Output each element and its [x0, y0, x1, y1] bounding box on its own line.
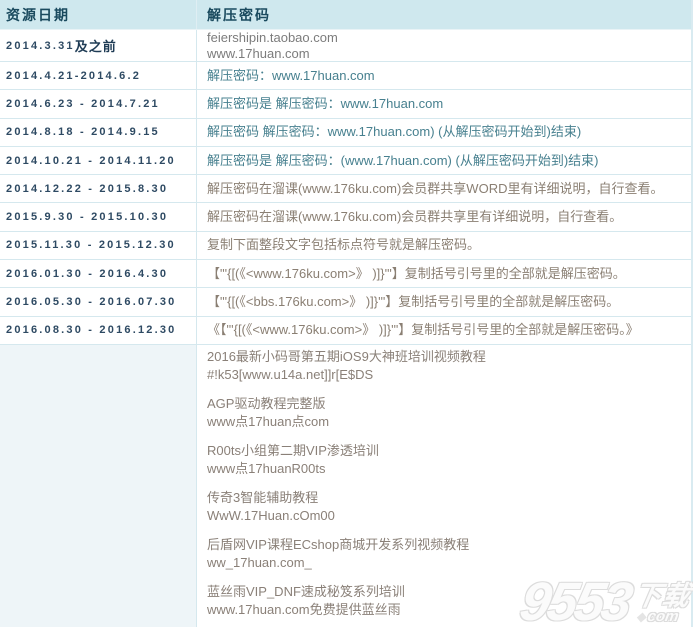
footer-group: 2016最新小码哥第五期iOS9大神班培训视频教程 #!k53[www.u14a… [207, 348, 691, 384]
footer-group: R00ts小组第二期VIP渗透培训 www点17huanR00ts [207, 442, 691, 478]
date-value: 2014.12.22 - 2015.8.30 [6, 182, 169, 195]
date-value: 2014.8.18 - 2014.9.15 [6, 126, 160, 139]
date-cell: 2016.01.30 - 2016.4.30 [0, 260, 196, 287]
date-suffix: 及之前 [74, 39, 117, 54]
date-value: 2014.3.31 [6, 39, 75, 52]
footer-line: 2016最新小码哥第五期iOS9大神班培训视频教程 [207, 349, 486, 365]
footer-group: 后盾网VIP课程ECshop商城开发系列视频教程 ww_17huan.com_ [207, 536, 691, 572]
footer-group: 传奇3智能辅助教程 WwW.17Huan.cOm00 [207, 489, 691, 525]
password-line: 复制下面整段文字包括标点符号就是解压密码。 [207, 237, 481, 253]
footer-line: WwW.17Huan.cOm00 [207, 508, 335, 524]
password-table: 资源日期 解压密码 2014.3.31 及之前 feiershipin.taoba… [0, 0, 693, 627]
table-row: 2014.3.31 及之前 feiershipin.taobao.com www.… [0, 30, 691, 62]
password-line: 【"'{[(《<www.176ku.com>》 )]}'"】复制括号引号里的全部… [207, 265, 626, 281]
date-value: 2014.4.21-2014.6.2 [6, 69, 142, 82]
password-line: 解压密码是 解压密码：www.17huan.com [207, 95, 444, 111]
date-cell: 2014.3.31 及之前 [0, 30, 196, 61]
password-cell: 《【"'{[(《<www.176ku.com>》 )]}'"】复制括号引号里的全… [196, 316, 691, 344]
date-value: 2016.05.30 - 2016.07.30 [6, 296, 177, 309]
password-line: 解压密码在溜课(www.176ku.com)会员群共享WORD里有详细说明，自行… [207, 180, 664, 196]
date-value: 2015.9.30 - 2015.10.30 [6, 211, 169, 224]
table-row: 2014.8.18 - 2014.9.15 解压密码 解压密码：www.17hu… [0, 118, 691, 147]
date-value: 2016.08.30 - 2016.12.30 [6, 324, 177, 337]
password-line: 解压密码 解压密码：www.17huan.com) (从解压密码开始到)结束) [207, 124, 582, 140]
date-value: 2015.11.30 - 2015.12.30 [6, 239, 176, 252]
password-cell: 解压密码是 解压密码：(www.17huan.com) (从解压密码开始到)结束… [196, 146, 691, 175]
footer-line: www.17huan.com免费提供蓝丝雨 [207, 602, 401, 618]
date-value: 2014.10.21 - 2014.11.20 [6, 154, 176, 167]
password-cell: 解压密码在溜课(www.176ku.com)会员群共享里有详细说明，自行查看。 [196, 203, 691, 231]
table-row: 2016.01.30 - 2016.4.30 【"'{[(《<www.176ku… [0, 260, 691, 289]
footer-password-cell: 2016最新小码哥第五期iOS9大神班培训视频教程 #!k53[www.u14a… [196, 344, 691, 627]
footer-line: 后盾网VIP课程ECshop商城开发系列视频教程 [207, 537, 470, 553]
password-line: 《【"'{[(《<www.176ku.com>》 )]}'"】复制括号引号里的全… [207, 322, 639, 338]
date-cell: 2015.9.30 - 2015.10.30 [0, 203, 196, 230]
date-cell: 2014.4.21-2014.6.2 [0, 62, 196, 89]
date-value: 2016.01.30 - 2016.4.30 [6, 267, 169, 280]
footer-line: AGP驱动教程完整版 [207, 396, 326, 412]
password-line: www.17huan.com [207, 45, 310, 61]
footer-line: ww_17huan.com_ [207, 555, 312, 571]
table-row: 2016.08.30 - 2016.12.30 《【"'{[(《<www.176… [0, 316, 691, 345]
password-line: feiershipin.taobao.com [207, 29, 338, 45]
footer-group: 蓝丝雨VIP_DNF速成秘笈系列培训 www.17huan.com免费提供蓝丝雨 [207, 583, 691, 619]
header-cell-password: 解压密码 [196, 0, 691, 29]
password-cell: 【"'{[(《<bbs.176ku.com>》 )]}'"】复制括号引号里的全部… [196, 288, 691, 316]
table-row: 2014.4.21-2014.6.2 解压密码：www.17huan.com [0, 62, 691, 91]
password-cell: 解压密码 解压密码：www.17huan.com) (从解压密码开始到)结束) [196, 118, 691, 146]
footer-line: 传奇3智能辅助教程 [207, 490, 319, 506]
date-cell: 2016.08.30 - 2016.12.30 [0, 317, 196, 344]
date-cell: 2015.11.30 - 2015.12.30 [0, 232, 196, 259]
footer-line: www点17huan点com [207, 414, 330, 430]
table-row: 2015.9.30 - 2015.10.30 解压密码在溜课(www.176ku… [0, 203, 691, 232]
password-cell: 解压密码是 解压密码：www.17huan.com [196, 90, 691, 118]
password-cell: 解压密码在溜课(www.176ku.com)会员群共享WORD里有详细说明，自行… [196, 175, 691, 203]
date-cell: 2014.6.23 - 2014.7.21 [0, 90, 196, 117]
footer-date-cell [0, 344, 196, 627]
password-cell: 复制下面整段文字包括标点符号就是解压密码。 [196, 231, 691, 260]
password-line: 解压密码在溜课(www.176ku.com)会员群共享里有详细说明，自行查看。 [207, 209, 623, 225]
footer-line: 蓝丝雨VIP_DNF速成秘笈系列培训 [207, 584, 405, 600]
date-value: 2014.6.23 - 2014.7.21 [6, 97, 160, 110]
password-cell: 解压密码：www.17huan.com [196, 62, 691, 90]
table-row: 2014.12.22 - 2015.8.30 解压密码在溜课(www.176ku… [0, 175, 691, 204]
date-cell: 2014.12.22 - 2015.8.30 [0, 175, 196, 202]
table-row: 2014.10.21 - 2014.11.20 解压密码是 解压密码：(www.… [0, 146, 691, 176]
table-row: 2014.6.23 - 2014.7.21 解压密码是 解压密码：www.17h… [0, 90, 691, 119]
date-cell: 2014.10.21 - 2014.11.20 [0, 147, 196, 174]
table-header: 资源日期 解压密码 [0, 0, 691, 30]
password-line: 【"'{[(《<bbs.176ku.com>》 )]}'"】复制括号引号里的全部… [207, 294, 620, 310]
table-row: 2016.05.30 - 2016.07.30 【"'{[(《<bbs.176k… [0, 288, 691, 317]
date-cell: 2014.8.18 - 2014.9.15 [0, 119, 196, 146]
password-cell: feiershipin.taobao.com www.17huan.com [196, 30, 691, 61]
footer-group: AGP驱动教程完整版 www点17huan点com [207, 395, 691, 431]
password-line: 解压密码：www.17huan.com [207, 67, 375, 83]
footer-line: R00ts小组第二期VIP渗透培训 [207, 443, 379, 459]
password-cell: 【"'{[(《<www.176ku.com>》 )]}'"】复制括号引号里的全部… [196, 260, 691, 288]
password-line: 解压密码是 解压密码：(www.17huan.com) (从解压密码开始到)结束… [207, 152, 599, 168]
date-cell: 2016.05.30 - 2016.07.30 [0, 288, 196, 315]
footer-row: 2016最新小码哥第五期iOS9大神班培训视频教程 #!k53[www.u14a… [0, 344, 691, 627]
table-row: 2015.11.30 - 2015.12.30 复制下面整段文字包括标点符号就是… [0, 231, 691, 261]
header-cell-date: 资源日期 [6, 6, 70, 23]
footer-line: www点17huanR00ts [207, 461, 326, 477]
footer-line: #!k53[www.u14a.net]]r[E$DS [207, 367, 374, 383]
